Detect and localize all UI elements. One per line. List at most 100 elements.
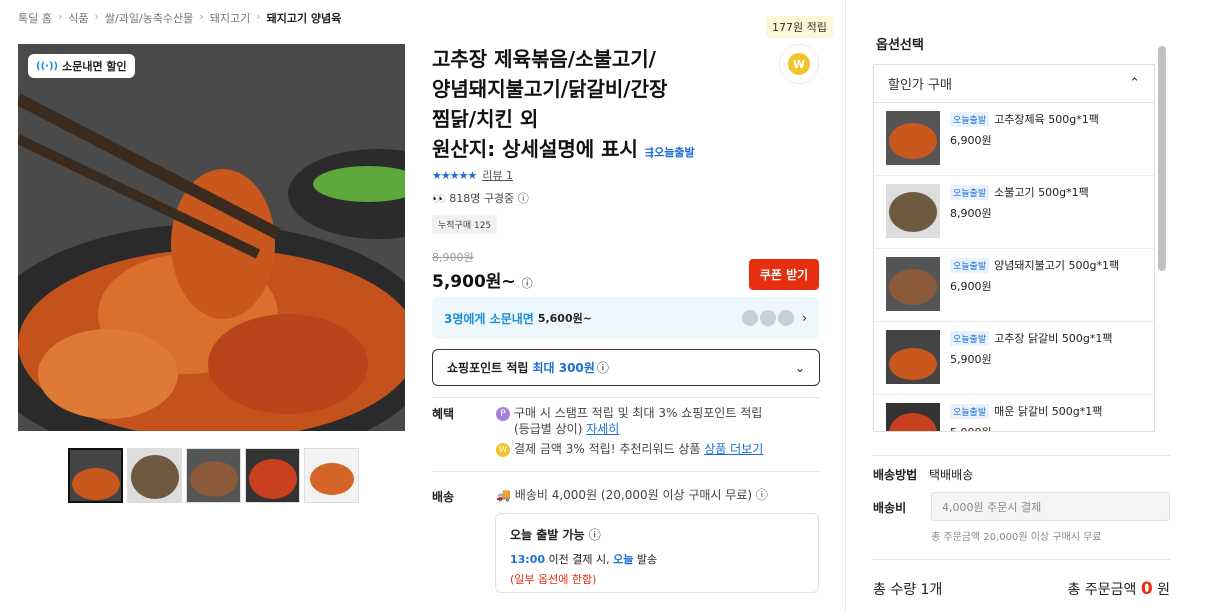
truck-icon: ⇶	[644, 146, 655, 159]
ship-text: 발송	[636, 553, 658, 566]
sale-price-value: 5,900원~	[432, 272, 516, 292]
benefit-line-2: (등급별 상이)	[514, 422, 583, 436]
price-info-icon[interactable]: ⓘ	[522, 277, 533, 290]
divider	[432, 471, 820, 472]
rating-row: ★★★★★ 리뷰 1	[432, 167, 513, 183]
option-item[interactable]: 오늘출발 고추장 닭갈비 500g*1팩 5,900원	[874, 322, 1154, 395]
reward-badge: 177원 적립	[766, 16, 833, 38]
option-item[interactable]: 오늘출발 매운 닭갈비 500g*1팩 5,900원	[874, 395, 1154, 431]
eyes-icon: 👀	[432, 192, 446, 205]
product-title: 고추장 제육볶음/소불고기/ 양념돼지불고기/닭갈비/간장 찜닭/치킨 외 원산…	[432, 44, 752, 168]
shipping-method: 배송방법 택배배송	[873, 466, 973, 483]
title-line-2: 양념돼지불고기/닭갈비/간장	[432, 77, 668, 101]
option-thumbnail	[886, 257, 940, 311]
review-link[interactable]: 리뷰 1	[482, 167, 513, 183]
option-list-panel: 할인가 구매 ⌃ 오늘출발 고추장제육 500g*1팩 6,900원 오늘출발 소불고…	[873, 64, 1155, 432]
option-name: 고추장제육 500g*1팩	[994, 113, 1099, 126]
option-price: 5,900원	[950, 353, 992, 366]
shipping-free-note: 총 주문금액 20,000원 이상 구매시 무료	[931, 532, 1102, 543]
option-thumbnail	[886, 184, 940, 238]
benefit-label: 혜택	[432, 407, 455, 421]
thumbnail-3[interactable]	[186, 448, 241, 503]
delivery-fee: 🚚 배송비 4,000원 (20,000원 이상 구매시 무료) ⓘ	[496, 487, 768, 503]
thumbnail-4[interactable]	[245, 448, 300, 503]
sale-price: 5,900원~ ⓘ	[432, 267, 533, 292]
breadcrumb-food[interactable]: 식품	[68, 10, 88, 26]
option-group-label: 할인가 구매	[888, 78, 952, 93]
scrollbar-thumb[interactable]	[1158, 46, 1166, 271]
coin-icon: W	[788, 53, 810, 75]
benefit-line-1: 구매 시 스탬프 적립 및 최대 3% 쇼핑포인트 적립	[514, 406, 763, 420]
today-text: 오늘	[613, 553, 634, 566]
points-label: 쇼핑포인트 적립	[447, 361, 529, 375]
option-name: 양념돼지불고기 500g*1팩	[994, 259, 1120, 272]
cumulative-purchase-badge: 누적구매 125	[432, 215, 498, 234]
breadcrumb-current: 돼지고기 양념육	[266, 12, 342, 25]
thumbnail-strip	[68, 448, 359, 503]
coupon-button[interactable]: 쿠폰 받기	[749, 259, 819, 290]
option-price: 5,900원	[950, 424, 1102, 431]
total-amount-unit: 원	[1157, 582, 1170, 598]
option-price: 8,900원	[950, 207, 992, 220]
divider	[873, 455, 1170, 456]
title-line-4: 원산지: 상세설명에 표시 ⇶오늘출발	[432, 134, 752, 168]
option-group-header[interactable]: 할인가 구매 ⌃	[874, 65, 1154, 103]
chevron-right-icon: ›	[802, 311, 807, 325]
detail-link[interactable]: 자세히	[586, 422, 619, 436]
breadcrumb-separator: ›	[94, 10, 99, 23]
more-products-link[interactable]: 상품 더보기	[704, 442, 763, 456]
thumbnail-2[interactable]	[127, 448, 182, 503]
thumbnail-5[interactable]	[304, 448, 359, 503]
today-ship-tag: 오늘출발	[950, 330, 990, 346]
option-thumbnail	[886, 403, 940, 431]
option-thumbnail	[886, 111, 940, 165]
benefit-line-3: 결제 금액 3% 적립! 추천리워드 상품	[514, 442, 701, 456]
reward-coin-button[interactable]: W	[779, 44, 819, 84]
option-name: 고추장 닭갈비 500g*1팩	[994, 332, 1113, 345]
share-text: 3명에게 소문내면	[444, 311, 534, 326]
today-ship-tag: 오늘출발	[950, 111, 990, 127]
option-select-title: 옵션선택	[876, 38, 924, 53]
avatar-icon	[742, 310, 759, 326]
share-avatars	[742, 310, 795, 326]
thumbnail-1[interactable]	[68, 448, 123, 503]
badge-label: 소문내면 할인	[62, 60, 127, 73]
info-icon[interactable]: ⓘ	[597, 359, 609, 376]
point-icon: P	[496, 406, 510, 421]
info-icon[interactable]: ⓘ	[589, 528, 601, 542]
shipping-fee-field[interactable]: 4,000원 주문시 결제	[931, 492, 1170, 521]
today-ship-title: 오늘 출발 가능	[510, 528, 585, 542]
today-shipping-label: 오늘출발	[654, 146, 695, 159]
option-item[interactable]: 오늘출발 고추장제육 500g*1팩 6,900원	[874, 103, 1154, 176]
info-icon[interactable]: ⓘ	[756, 488, 768, 502]
total-quantity: 총 수량 1개	[873, 582, 943, 598]
cutoff-text: 이전 결제 시,	[548, 553, 610, 566]
option-name: 매운 닭갈비 500g*1팩	[994, 405, 1103, 418]
option-thumbnail	[886, 330, 940, 384]
breadcrumb-pork[interactable]: 돼지고기	[210, 10, 250, 26]
shipping-method-label: 배송방법	[873, 468, 918, 482]
option-item[interactable]: 오늘출발 소불고기 500g*1팩 8,900원	[874, 176, 1154, 249]
share-discount-box[interactable]: 3명에게 소문내면 5,600원~ ›	[432, 297, 819, 339]
breadcrumb-produce[interactable]: 쌀/과일/농축수산물	[105, 10, 193, 26]
title-origin: 원산지: 상세설명에 표시	[432, 137, 638, 161]
info-icon[interactable]: ⓘ	[518, 192, 529, 205]
delivery-fee-text: 배송비 4,000원 (20,000원 이상 구매시 무료)	[514, 488, 753, 502]
truck-icon: 🚚	[496, 488, 511, 502]
option-scrollbar[interactable]	[1158, 44, 1166, 430]
share-price: 5,600원~	[537, 312, 592, 325]
divider	[873, 559, 1170, 560]
viewers-count: 👀 818명 구경중 ⓘ	[432, 190, 529, 206]
viewers-label: 818명 구경중	[449, 192, 515, 205]
original-price: 8,900원	[432, 251, 474, 264]
breadcrumb-home[interactable]: 톡딜 홈	[18, 10, 52, 26]
shipping-fee-value: 4,000원 주문시 결제	[942, 500, 1042, 514]
option-item[interactable]: 오늘출발 양념돼지불고기 500g*1팩 6,900원	[874, 249, 1154, 322]
share-discount-badge: ((·)) 소문내면 할인	[28, 54, 135, 78]
total-amount: 총 주문금액 0 원	[1068, 579, 1171, 599]
today-shipping-box: 오늘 출발 가능 ⓘ 13:00 이전 결제 시, 오늘 발송 (일부 옵션에 …	[495, 513, 819, 593]
chevron-down-icon: ⌄	[794, 360, 805, 375]
shopping-points-dropdown[interactable]: 쇼핑포인트 적립 최대 300원 ⓘ ⌄	[432, 349, 820, 386]
order-totals: 총 수량 1개 총 주문금액 0 원	[873, 579, 1170, 599]
total-amount-label: 총 주문금액	[1067, 582, 1137, 598]
